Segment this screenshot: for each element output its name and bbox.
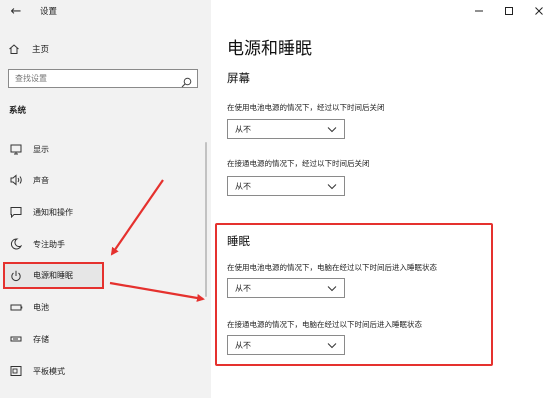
section-label-system: 系统 [9, 106, 27, 116]
moon-icon [9, 237, 23, 251]
sidebar-item-label: 专注助手 [33, 239, 65, 249]
screen-battery-label: 在使用电池电源的情况下，经过以下时间后关闭 [227, 103, 385, 112]
dropdown-value: 从不 [235, 341, 251, 350]
screen-battery-dropdown[interactable]: 从不 [227, 119, 345, 139]
sidebar-item-label: 通知和操作 [33, 207, 73, 217]
search-input[interactable] [9, 70, 177, 87]
home-label: 主页 [32, 45, 50, 55]
maximize-icon [505, 7, 513, 15]
app-title: 设置 [40, 7, 58, 17]
sidebar-item-focus-assist[interactable]: 专注助手 [4, 233, 204, 255]
page-title: 电源和睡眠 [227, 39, 312, 59]
back-arrow-icon: ← [10, 4, 22, 19]
sound-icon [9, 173, 23, 187]
storage-icon [9, 332, 23, 346]
search-icon[interactable] [181, 73, 192, 88]
chevron-down-icon [327, 286, 337, 292]
maximize-button[interactable] [494, 0, 524, 22]
sidebar-item-tablet-mode[interactable]: 平板模式 [4, 360, 204, 382]
notification-icon [9, 205, 23, 219]
dropdown-value: 从不 [235, 284, 251, 293]
chevron-down-icon [327, 127, 337, 133]
search-box[interactable] [8, 69, 198, 88]
sidebar-item-label: 平板模式 [33, 366, 65, 376]
sidebar-item-label: 电源和睡眠 [33, 271, 73, 280]
sidebar-item-label: 显示 [33, 144, 49, 154]
dropdown-value: 从不 [235, 125, 251, 134]
chevron-down-icon [327, 343, 337, 349]
screen-plugged-dropdown[interactable]: 从不 [227, 176, 345, 196]
window-controls [424, 0, 554, 22]
sleep-plugged-label: 在接通电源的情况下，电脑在经过以下时间后进入睡眠状态 [227, 320, 422, 329]
sidebar-item-label: 存储 [33, 334, 49, 344]
sidebar-item-display[interactable]: 显示 [4, 138, 204, 160]
minimize-icon [475, 10, 483, 12]
sidebar-item-notifications[interactable]: 通知和操作 [4, 201, 204, 223]
sidebar-item-sound[interactable]: 声音 [4, 169, 204, 191]
sleep-plugged-dropdown[interactable]: 从不 [227, 335, 345, 355]
power-icon [9, 269, 23, 283]
chevron-down-icon [327, 184, 337, 190]
close-button[interactable] [524, 0, 554, 22]
tablet-icon [9, 364, 23, 378]
section-heading-screen: 屏幕 [227, 71, 250, 85]
title-bar: ← 设置 [0, 0, 211, 24]
sidebar-item-label: 电池 [33, 302, 49, 312]
back-button[interactable]: ← [6, 3, 26, 21]
close-icon [535, 7, 543, 15]
battery-icon [9, 300, 23, 314]
sidebar-item-battery[interactable]: 电池 [4, 296, 204, 318]
display-icon [9, 142, 23, 156]
dropdown-value: 从不 [235, 182, 251, 191]
home-icon [8, 43, 20, 55]
sleep-battery-label: 在使用电池电源的情况下，电脑在经过以下时间后进入睡眠状态 [227, 263, 437, 272]
section-heading-sleep: 睡眠 [227, 234, 250, 248]
screen-plugged-label: 在接通电源的情况下，经过以下时间后关闭 [227, 159, 370, 168]
sleep-battery-dropdown[interactable]: 从不 [227, 278, 345, 298]
home-link[interactable]: 主页 [8, 40, 203, 58]
sidebar-scrollbar[interactable] [205, 142, 207, 297]
navigation-pane: ← 设置 主页 系统 显示 声音 通知和操作 [0, 0, 211, 398]
sidebar-item-label: 声音 [33, 175, 49, 185]
sidebar-item-power-sleep[interactable]: 电源和睡眠 [3, 262, 104, 289]
minimize-button[interactable] [464, 0, 494, 22]
sidebar-item-storage[interactable]: 存储 [4, 328, 204, 350]
